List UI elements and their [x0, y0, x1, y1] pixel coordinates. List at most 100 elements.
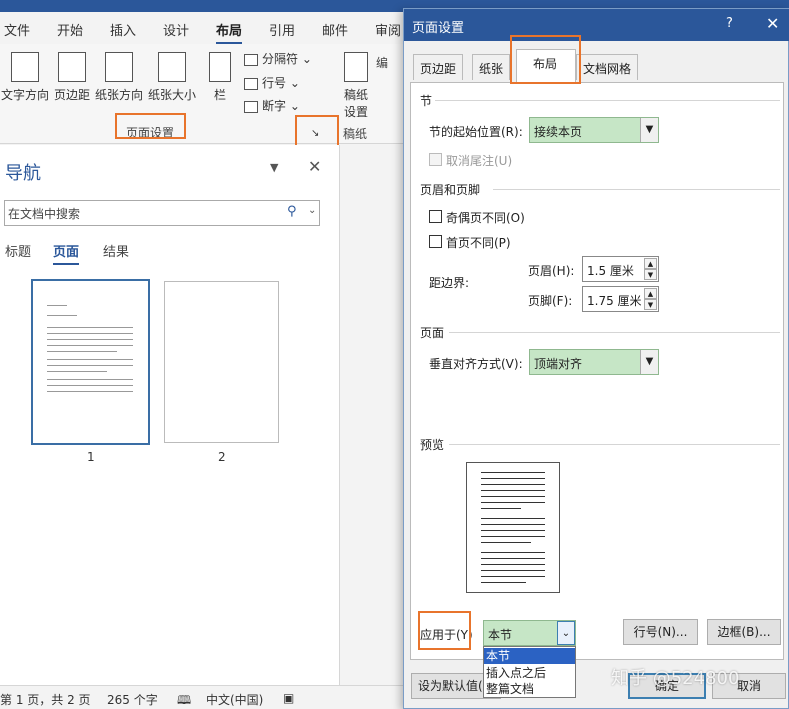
nav-tab-underline: [53, 263, 79, 265]
columns-icon: [209, 52, 231, 82]
apply-to-select[interactable]: 本节 ⌄: [483, 620, 576, 646]
search-dropdown-icon[interactable]: ⌄: [308, 205, 316, 216]
navigation-pane: 导航 ▼ ✕ 在文档中搜索 ⚲ ⌄ 标题 页面 结果 1 2: [0, 145, 340, 685]
spin-up-icon[interactable]: ▲: [644, 288, 657, 299]
nav-menu-icon[interactable]: ▼: [270, 161, 278, 174]
spin-down-icon[interactable]: ▼: [644, 299, 657, 310]
layout-tab-highlight: [510, 35, 581, 84]
breaks-button[interactable]: 分隔符 ⌄: [244, 50, 312, 67]
proofing-icon[interactable]: 🕮: [177, 691, 191, 709]
odd-even-label: 奇偶页不同(O): [446, 211, 525, 225]
spin-down-icon[interactable]: ▼: [644, 269, 657, 280]
page-number-1: 1: [87, 450, 95, 464]
status-words[interactable]: 265 个字: [107, 691, 158, 708]
help-icon[interactable]: ?: [726, 16, 733, 31]
text-direction-button[interactable]: 文字方向: [0, 52, 50, 103]
tab-mailings[interactable]: 邮件: [322, 20, 348, 39]
preview-page: [466, 462, 560, 593]
status-page[interactable]: 第 1 页，共 2 页: [0, 691, 91, 708]
margins-icon: [58, 52, 86, 82]
draft-paper-button[interactable]: 稿纸设置: [340, 52, 372, 120]
tab-document-grid[interactable]: 文档网格: [576, 54, 639, 80]
page-size-icon: [158, 52, 186, 82]
tab-design[interactable]: 设计: [163, 20, 189, 39]
draft-paper-icon: [344, 52, 368, 82]
hyphenation-icon: [244, 100, 258, 113]
nav-close-icon[interactable]: ✕: [308, 157, 321, 176]
separator: [449, 444, 780, 445]
nav-tab-pages[interactable]: 页面: [53, 241, 79, 260]
orientation-button[interactable]: 纸张方向: [94, 52, 144, 103]
line-numbers-button[interactable]: 行号 ⌄: [244, 74, 300, 91]
line-numbers-button-dialog[interactable]: 行号(N)...: [623, 619, 698, 645]
first-page-checkbox[interactable]: [429, 235, 442, 248]
apply-to-highlight: [418, 611, 471, 650]
search-icon[interactable]: ⚲: [287, 204, 297, 219]
borders-button[interactable]: 边框(B)...: [707, 619, 781, 645]
tab-margins[interactable]: 页边距: [413, 54, 464, 80]
columns-button[interactable]: 栏: [205, 52, 235, 103]
tab-layout[interactable]: 布局: [216, 20, 243, 45]
macro-icon[interactable]: ▣: [283, 691, 294, 705]
text-direction-icon: [11, 52, 39, 82]
tab-references[interactable]: 引用: [269, 20, 295, 39]
from-edge-label: 距边界:: [429, 276, 470, 290]
close-icon[interactable]: ✕: [766, 14, 779, 33]
nav-search-input[interactable]: 在文档中搜索 ⚲ ⌄: [4, 200, 320, 226]
page-heading: 页面: [420, 326, 445, 340]
section-start-select[interactable]: 接续本页 ▼: [529, 117, 659, 143]
page-setup-highlight: [115, 113, 186, 139]
odd-even-checkbox[interactable]: [429, 210, 442, 223]
apply-option-section[interactable]: 本节: [484, 648, 575, 664]
vertical-align-select[interactable]: 顶端对齐 ▼: [529, 349, 659, 375]
dialog-launcher-icon[interactable]: ↘: [311, 128, 319, 139]
nav-title: 导航: [5, 163, 41, 184]
footer-distance-input[interactable]: 1.75 厘米 ▲ ▼: [582, 286, 659, 312]
ribbon: 文字方向 页边距 纸张方向 纸张大小 栏 分隔符 ⌄ 行号 ⌄ 断字 ⌄ 稿纸设…: [0, 44, 410, 154]
section-heading: 节: [420, 94, 433, 108]
hyphenation-button[interactable]: 断字 ⌄: [244, 97, 300, 114]
header-distance-label: 页眉(H):: [528, 264, 575, 278]
tab-paper[interactable]: 纸张: [472, 54, 511, 80]
search-placeholder: 在文档中搜索: [8, 207, 81, 221]
chevron-down-icon[interactable]: ▼: [640, 118, 658, 142]
margins-button[interactable]: 页边距: [52, 52, 92, 103]
page-setup-dialog: 页面设置 ? ✕ 页边距 纸张 布局 文档网格 节 节的起始位置(R): 接续本…: [403, 8, 789, 709]
tab-insert[interactable]: 插入: [110, 20, 136, 39]
footer-distance-value: 1.75 厘米: [587, 294, 642, 308]
header-distance-value: 1.5 厘米: [587, 264, 634, 278]
separator: [449, 332, 780, 333]
page-number-2: 2: [218, 450, 226, 464]
layout-panel: 节 节的起始位置(R): 接续本页 ▼ 取消尾注(U) 页眉和页脚 奇偶页不同(…: [410, 82, 784, 660]
separator: [493, 189, 780, 190]
tab-review[interactable]: 审阅: [375, 20, 401, 39]
watermark: 知乎 @524800: [611, 668, 740, 689]
nav-tab-headings[interactable]: 标题: [5, 241, 31, 260]
ribbon-cut-label: 编: [376, 56, 389, 70]
chevron-down-icon[interactable]: ▼: [640, 350, 658, 374]
suppress-endnotes-checkbox[interactable]: [429, 153, 442, 166]
header-distance-input[interactable]: 1.5 厘米 ▲ ▼: [582, 256, 659, 282]
section-start-value: 接续本页: [534, 125, 583, 139]
apply-option-after-point[interactable]: 插入点之后: [484, 665, 575, 681]
spin-up-icon[interactable]: ▲: [644, 258, 657, 269]
vertical-align-value: 顶端对齐: [534, 357, 583, 371]
tab-home[interactable]: 开始: [57, 20, 83, 39]
tab-file[interactable]: 文件: [4, 20, 30, 39]
status-bar: 第 1 页，共 2 页 265 个字 🕮 中文(中国) ▣: [0, 685, 410, 709]
line-numbers-icon: [244, 77, 258, 90]
draft-group-label: 稿纸: [343, 127, 368, 141]
chevron-down-icon[interactable]: ⌄: [557, 621, 575, 645]
first-page-label: 首页不同(P): [446, 236, 511, 250]
header-footer-heading: 页眉和页脚: [420, 183, 481, 197]
apply-to-value: 本节: [488, 628, 513, 642]
page-thumbnail-2[interactable]: [164, 281, 279, 443]
apply-option-whole-document[interactable]: 整篇文档: [484, 681, 575, 697]
status-language[interactable]: 中文(中国): [206, 691, 263, 708]
breaks-icon: [244, 53, 258, 66]
nav-tab-results[interactable]: 结果: [103, 241, 129, 260]
page-thumbnail-1[interactable]: [31, 279, 150, 445]
size-button[interactable]: 纸张大小: [147, 52, 197, 103]
section-start-label: 节的起始位置(R):: [429, 125, 523, 139]
separator: [435, 100, 780, 101]
